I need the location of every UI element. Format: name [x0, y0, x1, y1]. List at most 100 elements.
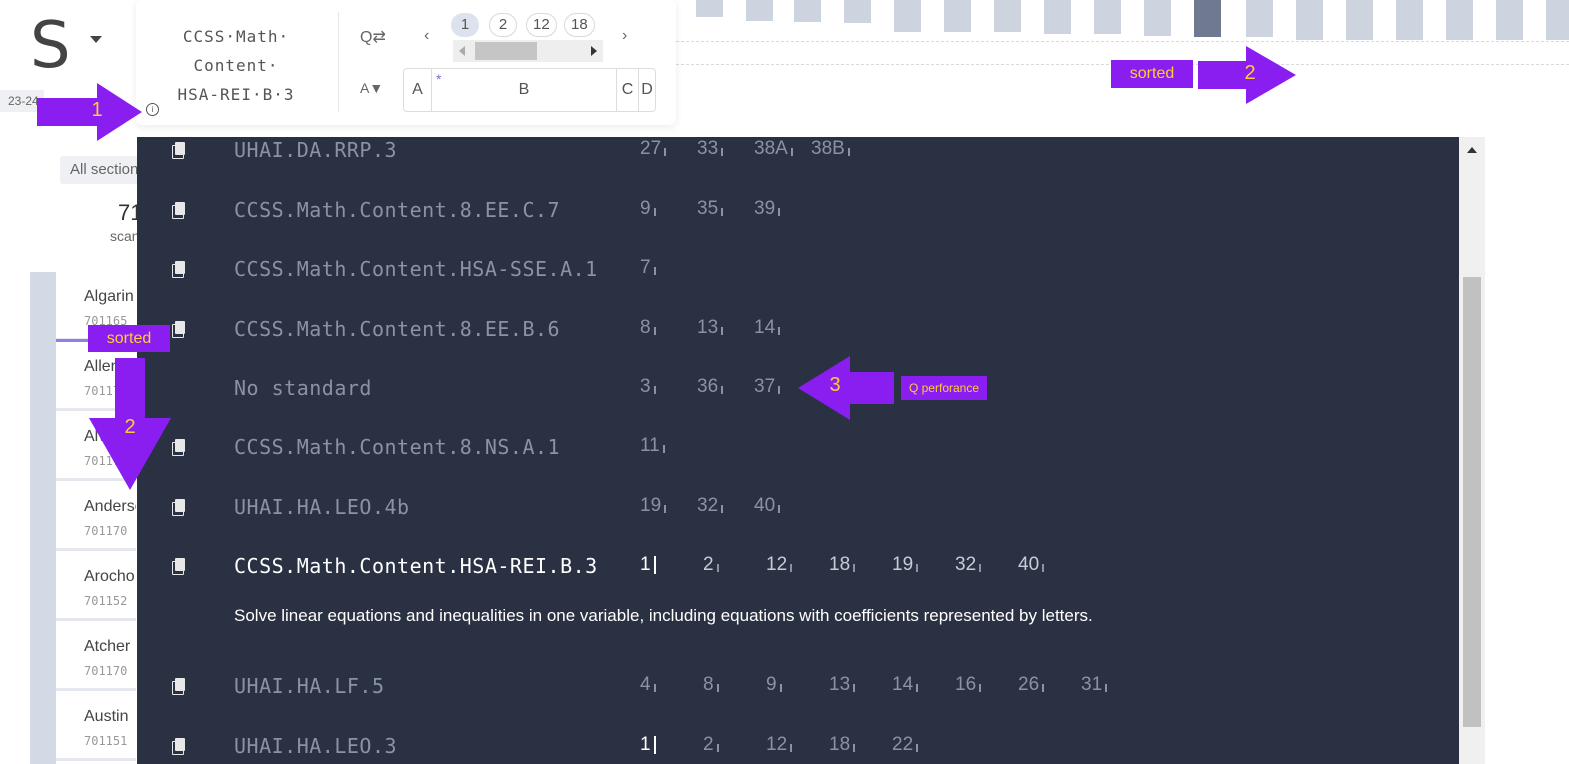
info-icon[interactable]: i	[146, 103, 159, 116]
copy-document-icon[interactable]	[172, 321, 185, 338]
question-number[interactable]: 7	[624, 241, 676, 283]
chevron-down-icon[interactable]	[90, 36, 102, 43]
question-number[interactable]: 27	[640, 138, 667, 160]
next-question-button[interactable]: ›	[622, 27, 627, 45]
copy-document-icon[interactable]	[172, 499, 185, 516]
choice-d[interactable]: D	[639, 69, 655, 111]
question-bar[interactable]	[1296, 0, 1323, 40]
answer-filter-button[interactable]: A▼	[360, 80, 383, 96]
standard-row[interactable]: UHAI.HA.LEO.4b 19 32 40	[137, 495, 1459, 555]
question-number[interactable]: 18	[829, 734, 856, 756]
choice-a[interactable]: A	[404, 69, 432, 111]
question-number[interactable]: 35	[697, 198, 724, 220]
question-bar[interactable]	[1194, 0, 1221, 37]
scroll-thumb[interactable]	[1463, 277, 1481, 727]
question-bar[interactable]	[746, 0, 773, 21]
student-card[interactable]: Anderson 701170	[56, 484, 136, 551]
question-number[interactable]: 1	[640, 554, 656, 576]
question-pill[interactable]: 2	[489, 13, 517, 37]
question-bar[interactable]	[696, 0, 723, 17]
copy-document-icon[interactable]	[172, 738, 185, 755]
question-bar[interactable]	[994, 0, 1021, 32]
question-number[interactable]: 14	[892, 674, 919, 696]
scroll-right-icon[interactable]	[591, 46, 597, 56]
choice-b[interactable]: B	[432, 69, 617, 111]
question-number[interactable]: 31	[1081, 674, 1108, 696]
standard-row[interactable]: CCSS.Math.Content.8.EE.C.7 9 35 39	[137, 198, 1459, 258]
standard-row[interactable]: CCSS.Math.Content.8.NS.A.1 11	[137, 435, 1459, 495]
question-performance-tick	[979, 684, 982, 692]
question-bar[interactable]	[794, 0, 821, 22]
question-bar[interactable]	[844, 0, 871, 23]
question-number[interactable]: 19	[892, 554, 919, 576]
standard-row[interactable]: UHAI.HA.LF.5 4 8 9 13 14 16 26 31	[137, 674, 1459, 734]
question-number[interactable]: 14	[754, 317, 781, 339]
student-card[interactable]: Austin 701151	[56, 694, 136, 761]
prev-question-button[interactable]: ‹	[424, 27, 429, 45]
question-bar[interactable]	[1396, 0, 1423, 40]
question-bar[interactable]	[1496, 0, 1523, 40]
question-number[interactable]: 38B	[811, 138, 850, 160]
question-number[interactable]: 3	[640, 376, 656, 398]
question-bar[interactable]	[1346, 0, 1373, 40]
question-number[interactable]: 13	[829, 674, 856, 696]
question-number[interactable]: 36	[697, 376, 724, 398]
standard-row[interactable]: UHAI.HA.LEO.3 1 2 12 18 22	[137, 734, 1459, 764]
question-number[interactable]: 16	[955, 674, 982, 696]
question-number[interactable]: 12	[766, 554, 793, 576]
question-number[interactable]: 8	[703, 674, 719, 696]
question-bar[interactable]	[1246, 0, 1273, 37]
question-number[interactable]: 1	[640, 734, 656, 756]
question-number[interactable]: 37	[754, 376, 781, 398]
question-number[interactable]: 40	[754, 495, 781, 517]
question-bar[interactable]	[1546, 0, 1569, 40]
question-sort-toggle[interactable]: Q⇄	[360, 27, 386, 47]
scroll-left-icon[interactable]	[459, 46, 465, 56]
question-number[interactable]: 26	[1018, 674, 1045, 696]
question-bar[interactable]	[944, 0, 971, 32]
question-number[interactable]: 39	[754, 198, 781, 220]
question-number[interactable]: 11	[640, 435, 665, 457]
copy-document-icon[interactable]	[172, 261, 185, 278]
question-number[interactable]: 9	[640, 198, 656, 220]
question-pill[interactable]: 1	[451, 13, 479, 37]
scroll-thumb[interactable]	[475, 42, 537, 60]
standard-row[interactable]: UHAI.DA.RRP.3 27 33 38A 38B	[137, 138, 1459, 198]
question-bar[interactable]	[1094, 0, 1121, 34]
student-card[interactable]: Atcher 701170	[56, 624, 136, 691]
question-number[interactable]: 33	[697, 138, 724, 160]
question-number[interactable]: 2	[703, 734, 719, 756]
copy-document-icon[interactable]	[172, 678, 185, 695]
question-bar[interactable]	[1144, 0, 1171, 36]
question-bar[interactable]	[1446, 0, 1473, 40]
question-number[interactable]: 8	[640, 317, 656, 339]
dropdown-scrollbar[interactable]	[1459, 137, 1485, 764]
question-bar[interactable]	[1044, 0, 1071, 34]
question-number[interactable]: 40	[1018, 554, 1045, 576]
scroll-up-icon[interactable]	[1467, 147, 1477, 153]
question-number[interactable]: 19	[640, 495, 667, 517]
question-pill[interactable]: 12	[526, 13, 557, 37]
copy-document-icon[interactable]	[172, 142, 185, 159]
question-number[interactable]: 12	[766, 734, 793, 756]
question-scrollbar[interactable]	[453, 40, 603, 62]
question-pill[interactable]: 18	[564, 13, 595, 37]
question-number[interactable]: 2	[703, 554, 719, 576]
choice-c[interactable]: C	[617, 69, 639, 111]
question-number[interactable]: 22	[892, 734, 919, 756]
copy-document-icon[interactable]	[172, 202, 185, 219]
standard-row[interactable]: CCSS.Math.Content.HSA-SSE.A.1 7	[137, 241, 1459, 317]
copy-document-icon[interactable]	[172, 558, 185, 575]
student-card[interactable]: Arocho 701152	[56, 554, 136, 621]
question-number[interactable]: 4	[640, 674, 656, 696]
standard-row[interactable]: CCSS.Math.Content.HSA-REI.B.3 1 2 12 18 19 32 4…	[137, 554, 1459, 625]
question-number[interactable]: 32	[955, 554, 982, 576]
copy-document-icon[interactable]	[172, 439, 185, 456]
sections-filter[interactable]: All sections	[60, 156, 140, 184]
question-number[interactable]: 13	[697, 317, 724, 339]
question-number[interactable]: 18	[829, 554, 856, 576]
question-number[interactable]: 9	[766, 674, 782, 696]
question-number[interactable]: 32	[697, 495, 724, 517]
question-bar[interactable]	[894, 0, 921, 32]
question-number[interactable]: 38A	[754, 138, 793, 160]
